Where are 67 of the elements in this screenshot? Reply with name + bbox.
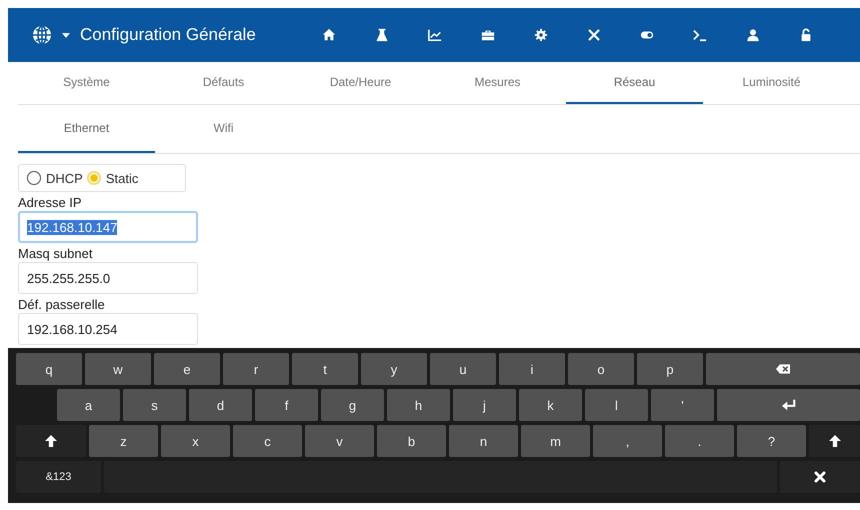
key[interactable]: g [321,389,384,421]
key[interactable]: h [387,389,450,421]
toolbox-icon[interactable] [480,28,495,42]
user-icon[interactable] [746,28,760,42]
backspace-icon [776,363,790,375]
globe-icon[interactable] [32,25,52,45]
tab[interactable]: Date/Heure [292,62,429,104]
key[interactable]: n [449,425,518,457]
symbols-key[interactable]: &123 [16,461,101,493]
input-field[interactable]: 255.255.255.0 [18,262,198,294]
shift-key[interactable] [809,425,860,457]
key[interactable]: k [519,389,582,421]
close-icon [813,471,827,483]
key[interactable]: . [665,425,734,457]
key[interactable]: a [57,389,120,421]
key[interactable]: f [255,389,318,421]
tab[interactable]: Défauts [155,62,292,104]
key[interactable]: z [89,425,158,457]
caret-icon[interactable] [62,32,70,38]
tab[interactable]: Luminosité [703,62,840,104]
key[interactable]: e [154,353,220,385]
unlock-icon[interactable] [798,28,813,42]
tab[interactable]: Réseau [566,62,703,104]
key[interactable]: p [637,353,703,385]
up-arrow-icon [44,435,58,447]
radio-label[interactable]: Static [106,170,138,186]
radio-button[interactable] [27,171,41,186]
up-arrow-icon [828,435,842,447]
close-key[interactable] [780,461,860,493]
gear-icon[interactable] [534,28,548,42]
key[interactable]: s [123,389,186,421]
key[interactable]: q [16,353,82,385]
shift-key[interactable] [16,425,86,457]
key[interactable]: u [430,353,496,385]
key[interactable]: y [361,353,427,385]
key[interactable]: d [189,389,252,421]
key[interactable]: j [453,389,516,421]
key[interactable]: ? [737,425,806,457]
key[interactable]: c [233,425,302,457]
field-label: Adresse IP [18,195,82,212]
tab[interactable]: Wifi [155,105,292,153]
field-label: Déf. passerelle [18,297,105,314]
key[interactable]: w [85,353,151,385]
key[interactable]: o [568,353,634,385]
flask-icon[interactable] [374,28,389,42]
key[interactable]: ' [651,389,714,421]
key[interactable]: m [521,425,590,457]
key[interactable]: l [585,389,648,421]
key[interactable]: v [305,425,374,457]
field-label: Masq subnet [18,246,92,262]
key[interactable]: r [223,353,289,385]
key[interactable]: b [377,425,446,457]
key[interactable]: t [292,353,358,385]
terminal-icon[interactable] [692,28,707,42]
tab[interactable]: Système [18,62,155,104]
home-icon[interactable] [322,28,336,42]
enter-icon [782,399,796,411]
key[interactable]: i [499,353,565,385]
key[interactable]: , [593,425,662,457]
tab[interactable]: Ethernet [18,105,155,153]
radio-label[interactable]: DHCP [46,170,83,186]
tab[interactable]: Mesures [429,62,566,104]
window-title: Configuration Générale [80,25,256,45]
chart-icon[interactable] [428,28,442,42]
input-field[interactable]: 192.168.10.254 [18,313,198,345]
input-field[interactable]: 192.168.10.147 [18,211,198,244]
key[interactable]: x [161,425,230,457]
